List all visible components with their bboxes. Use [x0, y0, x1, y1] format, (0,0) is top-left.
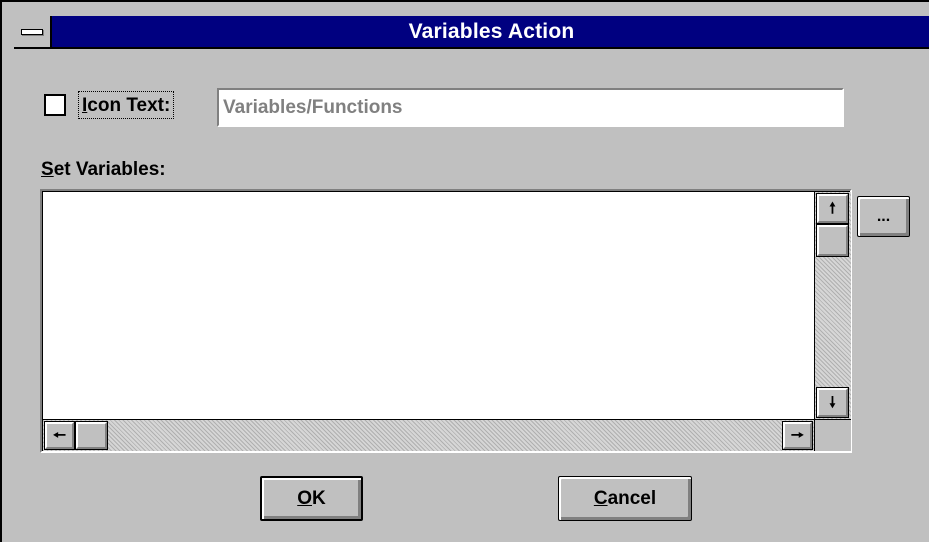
arrow-down-icon: 🠗 — [829, 394, 836, 411]
vertical-scroll-thumb[interactable] — [816, 224, 849, 257]
arrow-right-icon: 🠖 — [790, 427, 805, 444]
browse-button[interactable]: ... — [857, 196, 910, 237]
scroll-right-button[interactable]: 🠖 — [782, 421, 813, 450]
system-menu-button[interactable] — [14, 16, 52, 47]
horizontal-scroll-thumb[interactable] — [75, 421, 108, 450]
vertical-scrollbar[interactable]: 🠕 🠗 — [814, 192, 851, 419]
icon-text-label-rest: con Text: — [87, 95, 171, 116]
ok-label-rest: K — [312, 487, 326, 509]
icon-text-field[interactable]: Variables/Functions — [217, 88, 844, 127]
scroll-left-button[interactable]: 🠔 — [44, 421, 75, 450]
set-variables-content[interactable] — [43, 192, 814, 419]
cancel-label-rest: ancel — [607, 487, 657, 509]
set-variables-mnemonic: S — [41, 159, 54, 180]
ok-button[interactable]: OK — [260, 476, 363, 521]
horizontal-scrollbar[interactable]: 🠔 🠖 — [43, 419, 814, 451]
ok-mnemonic: O — [297, 487, 313, 509]
cancel-button[interactable]: Cancel — [558, 476, 692, 521]
set-variables-label: Set Variables: — [41, 158, 166, 182]
system-menu-icon — [21, 29, 43, 35]
title-bar[interactable]: Variables Action — [14, 16, 929, 49]
arrow-left-icon: 🠔 — [52, 427, 67, 444]
scrollbar-corner — [814, 419, 851, 451]
arrow-up-icon: 🠕 — [829, 200, 836, 217]
icon-text-label[interactable]: Icon Text: — [78, 91, 175, 119]
scroll-up-button[interactable]: 🠕 — [816, 193, 849, 224]
cancel-mnemonic: C — [593, 487, 608, 509]
set-variables-label-rest: et Variables: — [53, 159, 166, 180]
set-variables-list[interactable]: 🠕 🠗 🠔 🠖 — [40, 189, 852, 453]
variables-action-dialog: Variables Action Icon Text: Variables/Fu… — [0, 0, 929, 542]
window-title: Variables Action — [408, 20, 575, 43]
scroll-down-button[interactable]: 🠗 — [816, 387, 849, 418]
icon-text-checkbox[interactable] — [44, 94, 66, 116]
